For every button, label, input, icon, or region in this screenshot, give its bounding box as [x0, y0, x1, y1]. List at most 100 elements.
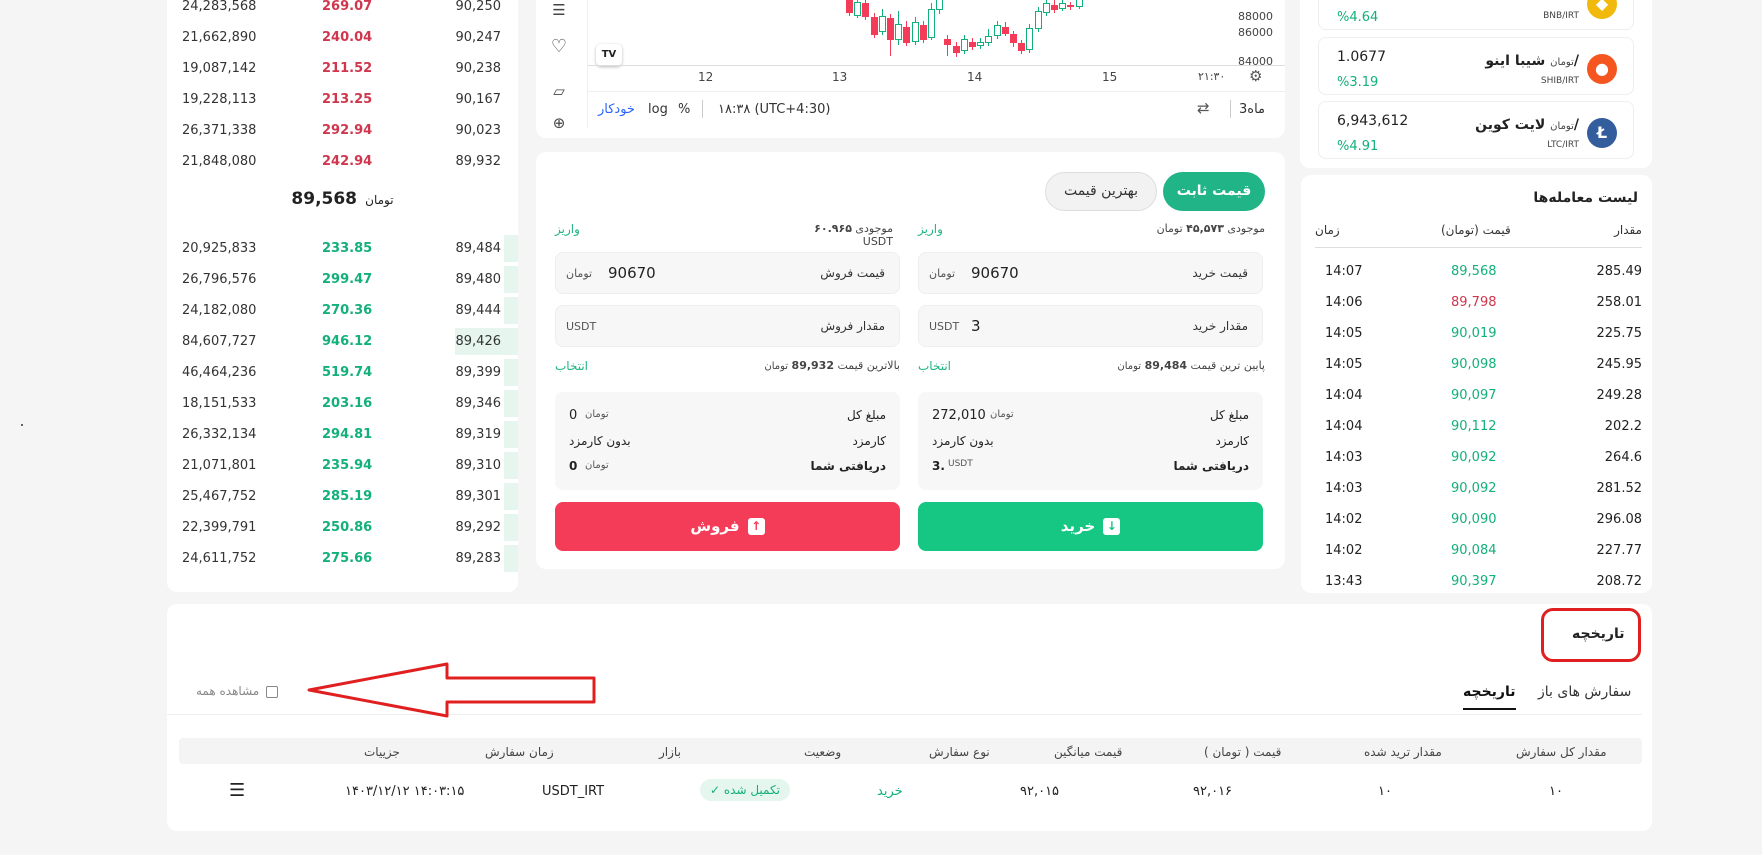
orderbook-row[interactable]: 26,332,134 294.81 89,319 — [167, 419, 518, 450]
trade-row[interactable]: 281.52 90,092 14:03 — [1301, 473, 1652, 504]
buy-amount-input[interactable]: 3 — [971, 317, 981, 335]
trade-row[interactable]: 258.01 89,798 14:06 — [1301, 287, 1652, 318]
orderbook-row[interactable]: 46,464,236 519.74 89,399 — [167, 357, 518, 388]
candle-body — [919, 25, 927, 41]
buy-deposit-link[interactable]: واریز — [918, 222, 943, 236]
history-row[interactable]: ۱۰ ۱۰ ۹۲,۰۱۶ ۹۲,۰۱۵ خرید ✓ تکمیل شده USD… — [167, 764, 1652, 814]
trades-col-amount: مقدار — [1614, 223, 1642, 237]
candle-wick — [947, 34, 949, 56]
orderbook-price: 90,023 — [455, 123, 502, 138]
trade-row[interactable]: 225.75 90,019 14:05 — [1301, 318, 1652, 349]
chart-time-readout[interactable]: ۱۸:۳۸ (UTC+4:30) — [718, 102, 830, 117]
orderbook-total: 21,848,080 — [182, 154, 257, 169]
orderbook-amount: 235.94 — [322, 458, 373, 473]
tab-open-orders[interactable]: سفارش های باز — [1538, 684, 1631, 700]
percent-toggle[interactable]: % — [678, 102, 690, 117]
coin-item-shib[interactable]: 1.0677 %3.19 تومان شیبا اینو/ SHIB/IRT ● — [1318, 37, 1634, 95]
buy-amount-field[interactable]: مقدار خرید 3 USDT — [918, 305, 1263, 347]
orderbook-row[interactable]: 19,228,113 213.25 90,167 — [167, 84, 518, 115]
trade-amount: 245.95 — [1596, 357, 1643, 372]
orderbook-row[interactable]: 84,607,727 946.12 89,426 — [167, 326, 518, 357]
orderbook-row[interactable]: 25,467,752 285.19 89,301 — [167, 481, 518, 512]
orderbook-row[interactable]: 21,848,080 242.94 89,932 — [167, 146, 518, 177]
sell-summary: مبلغ کل 0 تومان کارمزد بدون کارمزد دریاف… — [555, 392, 900, 490]
history-title: تاریخچه — [1572, 626, 1625, 642]
sell-select-link[interactable]: انتخاب — [555, 359, 588, 373]
trade-price: 90,097 — [1451, 388, 1497, 403]
sell-amount-field[interactable]: مقدار فروش USDT — [555, 305, 900, 347]
buy-select-link[interactable]: انتخاب — [918, 359, 951, 373]
orderbook-total: 25,467,752 — [182, 489, 257, 504]
candlestick-area[interactable] — [588, 0, 1228, 70]
candle-body — [1042, 3, 1050, 13]
orderbook-amount: 213.25 — [322, 92, 373, 107]
buy-price-input[interactable]: 90670 — [971, 264, 1019, 282]
trade-row[interactable]: 249.28 90,097 14:04 — [1301, 380, 1652, 411]
orderbook-price: 89,399 — [455, 365, 502, 380]
sell-deposit-link[interactable]: واریز — [555, 222, 580, 236]
coin-item-bnb[interactable]: %4.64 BNB/IRT ◆ — [1318, 0, 1634, 30]
trade-row[interactable]: 264.6 90,092 14:03 — [1301, 442, 1652, 473]
trade-row[interactable]: 245.95 90,098 14:05 — [1301, 349, 1652, 380]
favorite-heart-icon[interactable]: ♡ — [547, 35, 571, 59]
orderbook-row[interactable]: 26,796,576 299.47 89,480 — [167, 264, 518, 295]
trade-row[interactable]: 202.2 90,112 14:04 — [1301, 411, 1652, 442]
trade-price: 89,568 — [1451, 264, 1497, 279]
history-col-header: وضعیت — [804, 745, 842, 759]
buy-button[interactable]: خرید ↓ — [918, 502, 1263, 551]
trade-time: 14:04 — [1325, 388, 1363, 403]
trade-price: 90,112 — [1451, 419, 1497, 434]
ruler-icon[interactable]: ▱ — [547, 79, 571, 103]
orderbook-price: 89,426 — [455, 334, 502, 349]
trade-row[interactable]: 208.72 90,397 13:43 — [1301, 566, 1652, 593]
trade-amount: 249.28 — [1596, 388, 1643, 403]
orderbook-row[interactable]: 20,925,833 233.85 89,484 — [167, 233, 518, 264]
tab-best-price[interactable]: بهترین قیمت — [1045, 172, 1157, 211]
log-toggle[interactable]: log — [648, 102, 668, 117]
last-price: 89,568 تومان — [167, 189, 518, 209]
tab-fixed-price[interactable]: قیمت ثابت — [1163, 172, 1265, 211]
orderbook-row[interactable]: 18,151,533 203.16 89,346 — [167, 388, 518, 419]
view-all-link[interactable]: مشاهده همه — [196, 684, 279, 698]
history-cell-market: USDT_IRT — [542, 784, 605, 799]
orderbook-total: 26,332,134 — [182, 427, 257, 442]
trade-amount: 296.08 — [1596, 512, 1643, 527]
trade-time: 14:02 — [1325, 512, 1363, 527]
depth-bar — [503, 452, 518, 479]
orderbook-price: 90,250 — [455, 0, 502, 14]
zoom-in-icon[interactable]: ⊕ — [547, 111, 571, 135]
details-menu-icon[interactable]: ☰ — [229, 780, 245, 801]
orderbook-row[interactable]: 19,087,142 211.52 90,238 — [167, 53, 518, 84]
trade-row[interactable]: 285.49 89,568 14:07 — [1301, 256, 1652, 287]
sell-price-field[interactable]: قیمت فروش 90670 تومان — [555, 252, 900, 294]
orderbook-row[interactable]: 21,662,890 240.04 90,247 — [167, 22, 518, 53]
compare-icon[interactable]: ⇄ — [1197, 99, 1210, 117]
history-cell-price: ۹۲,۰۱۶ — [1193, 784, 1233, 799]
orderbook-row[interactable]: 22,399,791 250.86 89,292 — [167, 512, 518, 543]
orderbook-row[interactable]: 24,611,752 275.66 89,283 — [167, 543, 518, 574]
orderbook-row[interactable]: 24,283,568 269.07 90,250 — [167, 0, 518, 22]
orderbook-row[interactable]: 26,371,338 292.94 90,023 — [167, 115, 518, 146]
trade-row[interactable]: 227.77 90,084 14:02 — [1301, 535, 1652, 566]
trade-amount: 258.01 — [1596, 295, 1643, 310]
candle-body — [977, 41, 985, 46]
trade-time: 14:03 — [1325, 481, 1363, 496]
annotation-arrow — [307, 662, 596, 718]
indicators-icon[interactable]: ☰ — [547, 0, 571, 22]
candle-body — [960, 39, 968, 52]
buy-price-field[interactable]: قیمت خرید 90670 تومان — [918, 252, 1263, 294]
history-cell-time: ۱۴۰۳/۱۲/۱۲ ۱۴:۰۳:۱۵ — [345, 784, 465, 799]
trade-price: 90,092 — [1451, 481, 1497, 496]
orderbook-amount: 292.94 — [322, 123, 373, 138]
orderbook-row[interactable]: 24,182,080 270.36 89,444 — [167, 295, 518, 326]
trade-row[interactable]: 296.08 90,090 14:02 — [1301, 504, 1652, 535]
sell-price-input[interactable]: 90670 — [608, 264, 656, 282]
sell-button[interactable]: فروش ↑ — [555, 502, 900, 551]
chart-settings-icon[interactable]: ⚙ — [1249, 67, 1262, 85]
autoscale-toggle[interactable]: خودکار — [598, 102, 635, 117]
orderbook-row[interactable]: 21,071,801 235.94 89,310 — [167, 450, 518, 481]
coin-item-ltc[interactable]: 6,943,612 %4.91 تومان لایت کوین/ LTC/IRT… — [1318, 101, 1634, 159]
tab-history[interactable]: تاریخچه — [1463, 684, 1516, 710]
depth-bar — [503, 545, 518, 572]
range-selector[interactable]: 3ماه — [1239, 102, 1265, 117]
